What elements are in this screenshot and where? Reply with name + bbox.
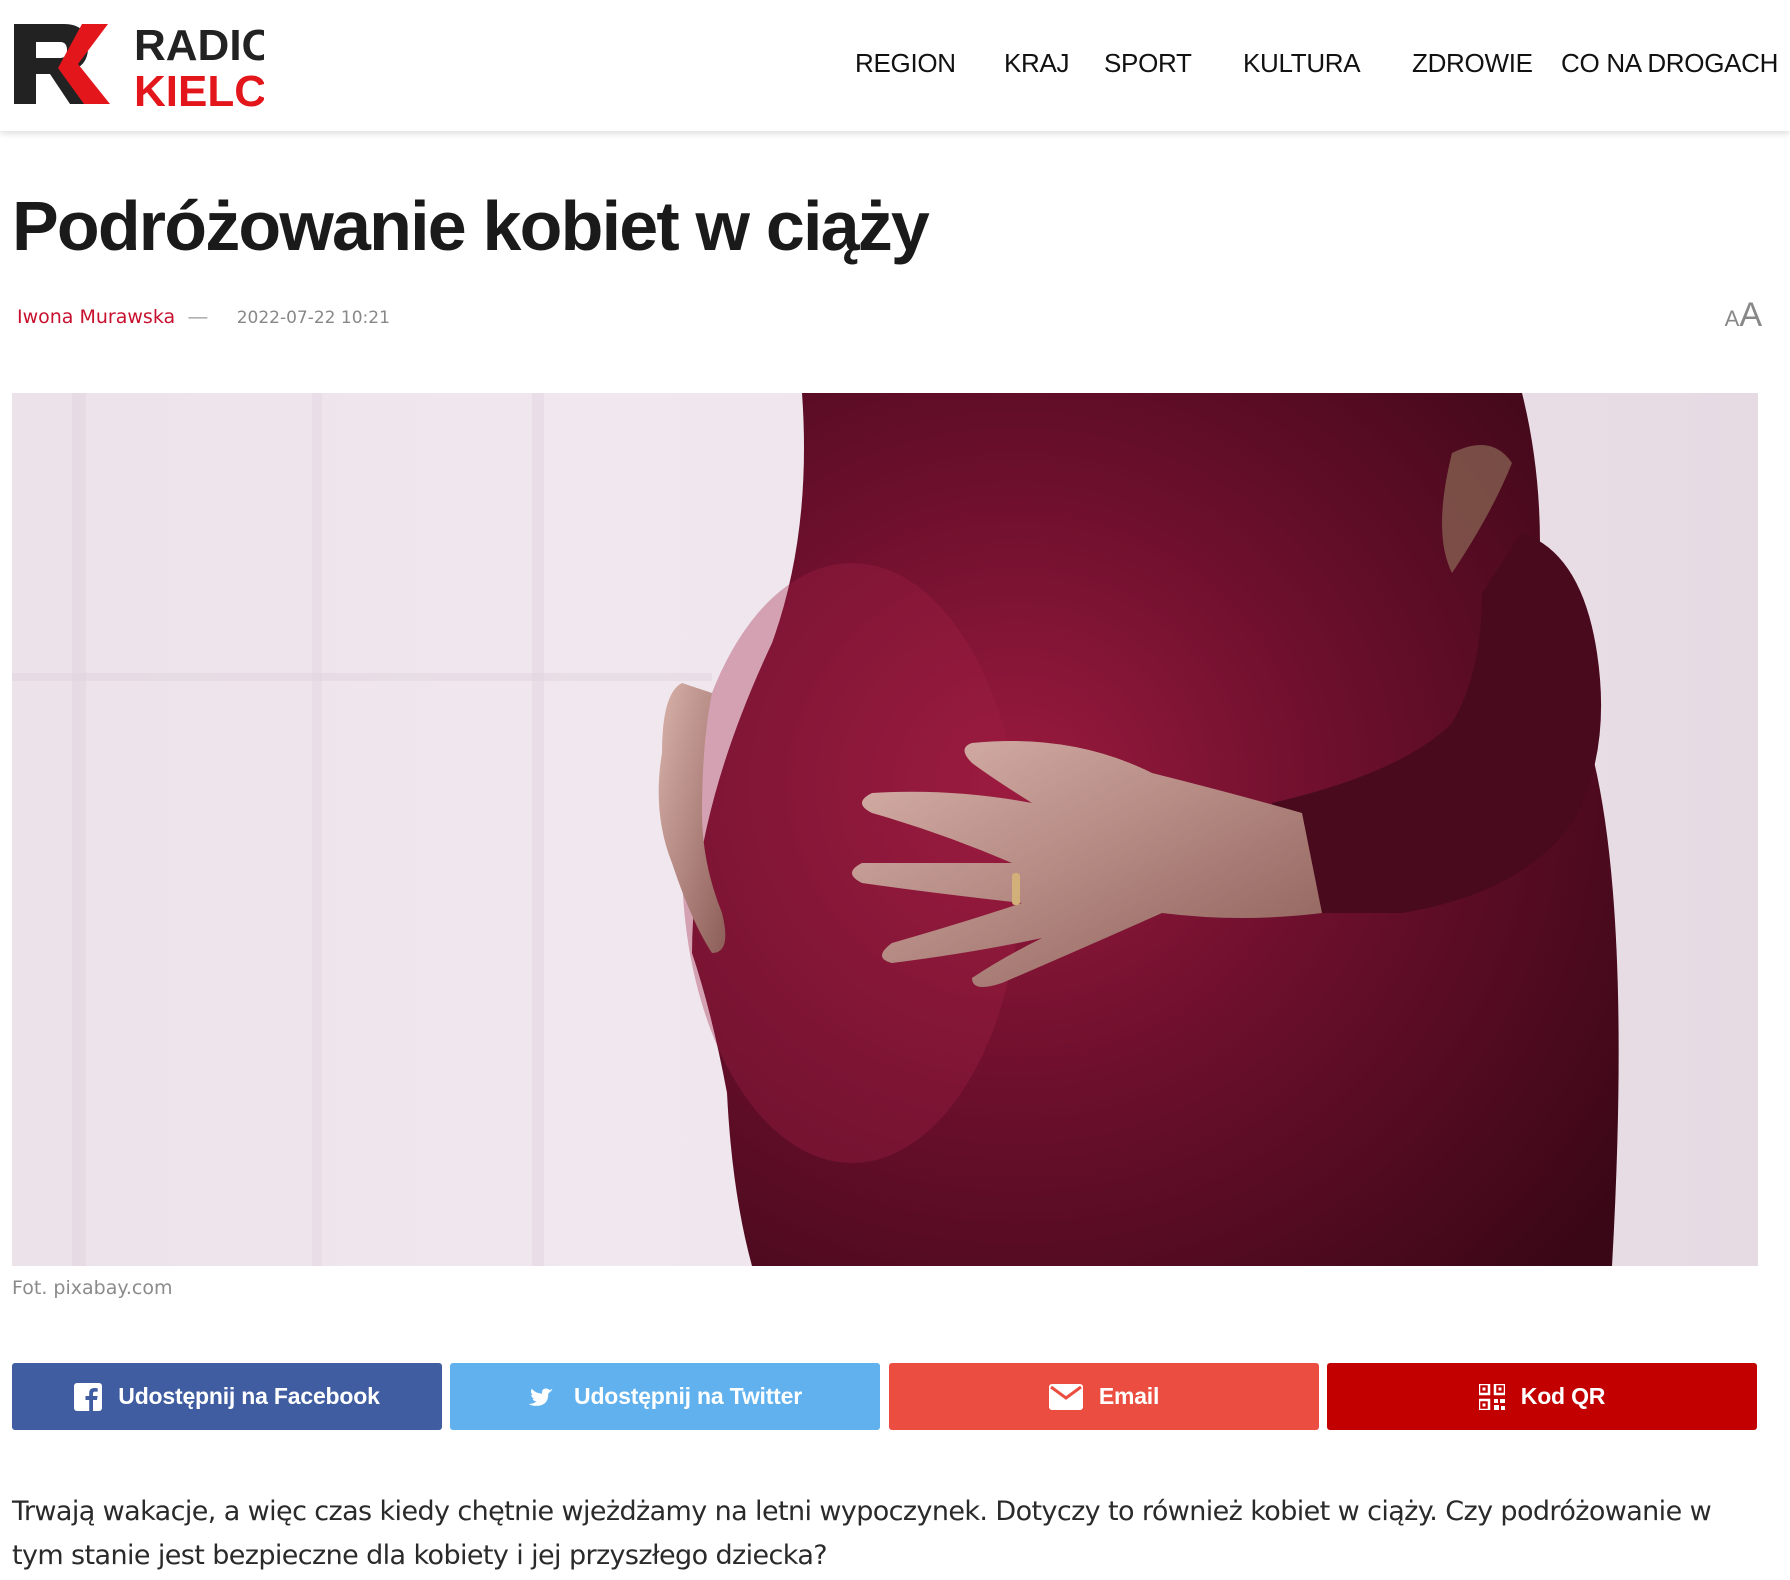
font-size-toggle[interactable]: AA [1725,296,1762,335]
nav-item-kraj[interactable]: KRAJ [1004,48,1070,79]
share-twitter-label: Udostępnij na Twitter [574,1383,802,1409]
meta-separator: — [188,307,208,328]
article-meta: Iwona Murawska — 2022-07-22 10:21 [17,306,390,329]
nav-item-kultura[interactable]: KULTURA [1243,48,1361,79]
share-buttons: Udostępnij na Facebook Udostępnij na Twi… [12,1363,1758,1430]
share-qr-button[interactable]: Kod QR [1327,1363,1757,1430]
twitter-icon [528,1384,558,1410]
envelope-icon [1048,1383,1083,1410]
nav-item-zdrowie[interactable]: ZDROWIE [1412,48,1533,79]
share-email-button[interactable]: Email [889,1363,1319,1430]
share-facebook-label: Udostępnij na Facebook [118,1383,380,1409]
site-header: RADIO KIELCE REGION KRAJ SPORT KULTURA Z… [0,0,1790,131]
publish-date: 2022-07-22 10:21 [236,308,390,328]
share-twitter-button[interactable]: Udostępnij na Twitter [450,1363,880,1430]
author-link[interactable]: Iwona Murawska [17,306,175,328]
nav-item-sport[interactable]: SPORT [1104,48,1192,79]
article-lead: Trwają wakacje, a więc czas kiedy chętni… [12,1496,1712,1571]
font-size-small[interactable]: A [1725,306,1740,331]
share-qr-label: Kod QR [1520,1383,1606,1409]
article-title: Podróżowanie kobiet w ciąży [12,187,930,265]
main-nav: REGION KRAJ SPORT KULTURA ZDROWIE CO NA … [0,0,1790,131]
share-facebook-button[interactable]: Udostępnij na Facebook [12,1363,442,1430]
facebook-icon [74,1382,103,1411]
font-size-large[interactable]: A [1739,296,1762,334]
qr-code-icon [1478,1383,1505,1410]
nav-item-co-na-drogach[interactable]: CO NA DROGACH [1561,48,1778,79]
image-caption: Fot. pixabay.com [12,1277,173,1299]
article-hero-image [12,393,1758,1266]
nav-item-region[interactable]: REGION [855,48,956,79]
share-email-label: Email [1098,1383,1160,1409]
